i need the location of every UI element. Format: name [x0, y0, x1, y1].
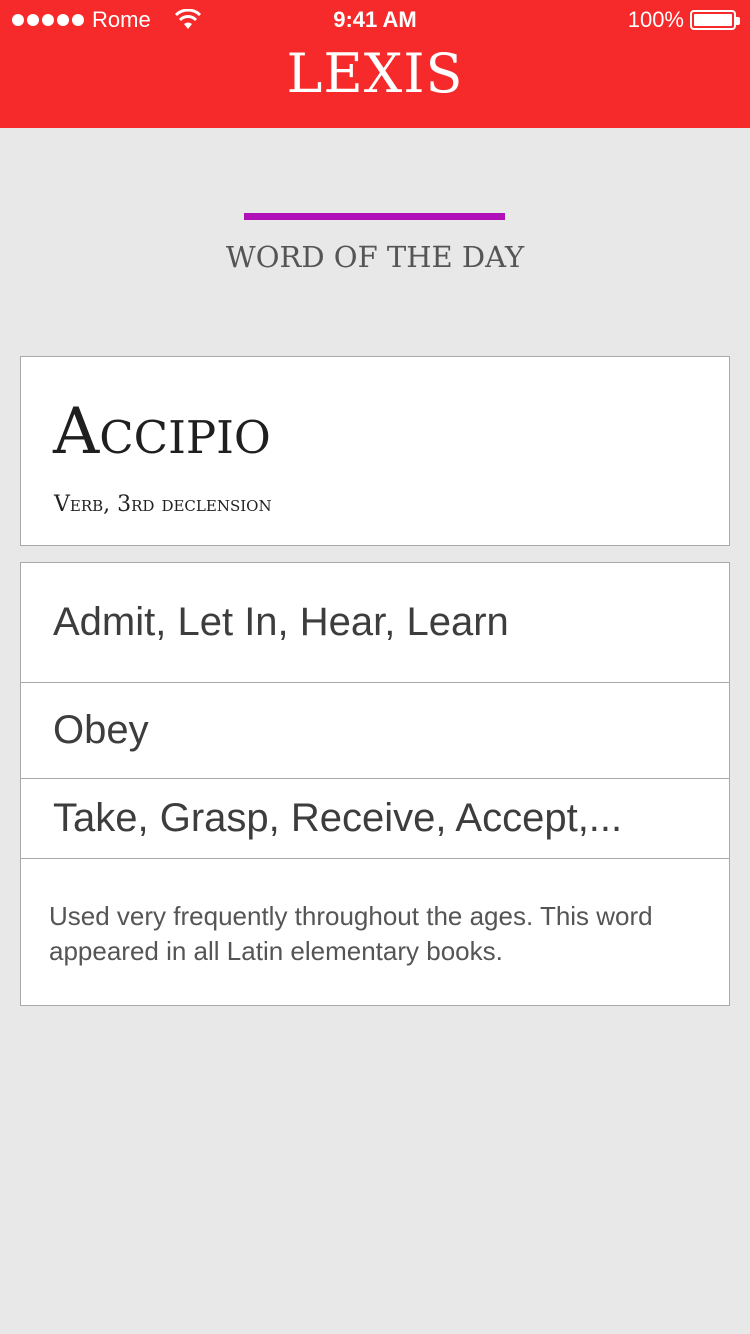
usage-note: Used very frequently throughout the ages… [49, 901, 653, 966]
meanings-card: Admit, Let In, Hear, Learn Obey Take, Gr… [20, 562, 730, 1006]
accent-divider [244, 213, 505, 220]
meaning-row: Admit, Let In, Hear, Learn [21, 563, 729, 683]
word-title: Accipio [53, 395, 271, 469]
status-right: 100% [627, 7, 740, 33]
word-card: Accipio Verb, 3rd declension [20, 356, 730, 546]
status-bar: Rome 9:41 AM 100% [0, 0, 750, 40]
meaning-row: Take, Grasp, Receive, Accept,... [21, 779, 729, 859]
app-title: LEXIS [286, 42, 464, 105]
part-of-speech: Verb, 3rd declension [54, 492, 272, 517]
battery-icon [690, 10, 740, 30]
battery-percent: 100% [627, 7, 684, 32]
section-title: WORD OF THE DAY [225, 240, 525, 274]
meaning-row: Obey [21, 683, 729, 779]
app-header: Rome 9:41 AM 100% LEXIS [0, 0, 750, 128]
